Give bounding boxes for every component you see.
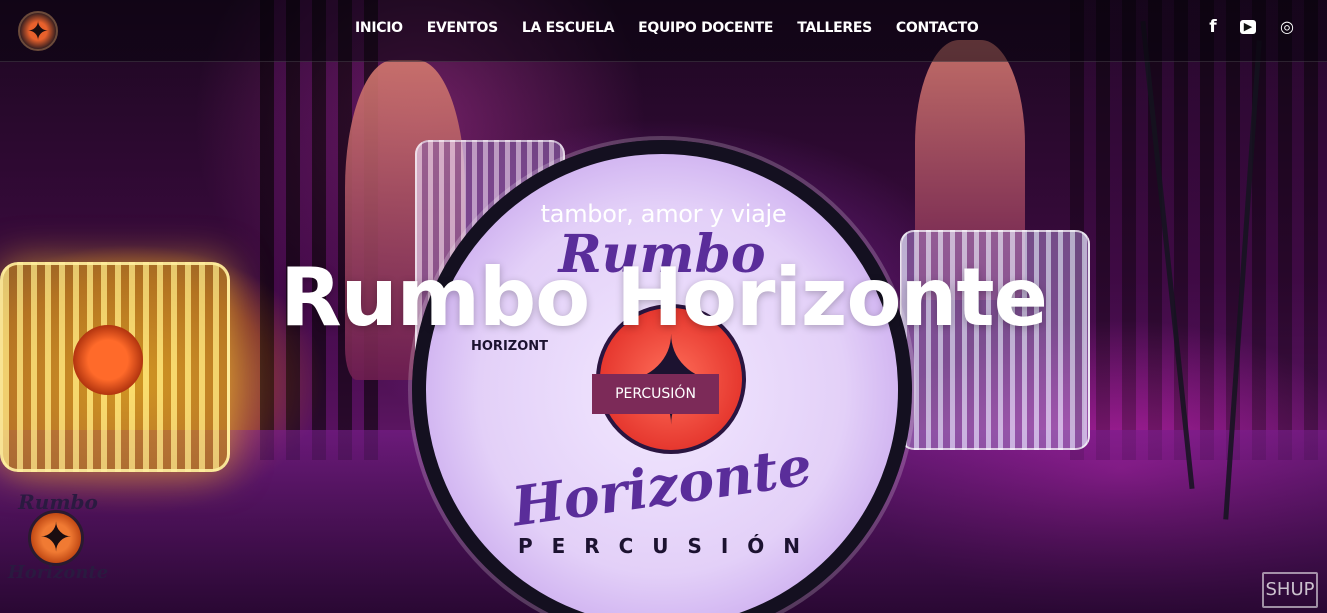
corner-logo: Rumbo Horizonte — [4, 490, 112, 608]
main-nav: INICIO EVENTOS LA ESCUELA EQUIPO DOCENTE… — [355, 20, 1002, 37]
nav-item-talleres[interactable]: TALLERES — [797, 20, 872, 37]
nav-item-inicio[interactable]: INICIO — [355, 20, 403, 37]
nav-item-eventos[interactable]: EVENTOS — [427, 20, 498, 37]
instagram-icon[interactable]: ◎ — [1278, 18, 1296, 36]
percusion-button[interactable]: PERCUSIÓN — [592, 374, 719, 414]
hero-tagline: tambor, amor y viaje — [540, 200, 787, 228]
drum-ring-text: P E R C U S I Ó N — [518, 534, 806, 558]
corner-logo-bottom: Horizonte — [7, 562, 109, 583]
watermark: SHUP — [1262, 572, 1318, 608]
stage-curtain — [1070, 0, 1327, 460]
hero-title: Rumbo Horizonte — [280, 251, 1048, 344]
compass-icon — [28, 510, 84, 566]
facebook-icon[interactable]: f — [1204, 18, 1222, 36]
nav-item-contacto[interactable]: CONTACTO — [896, 20, 979, 37]
logo-icon[interactable] — [18, 11, 58, 51]
nav-item-equipo-docente[interactable]: EQUIPO DOCENTE — [638, 20, 773, 37]
nav-item-la-escuela[interactable]: LA ESCUELA — [522, 20, 615, 37]
site-header: INICIO EVENTOS LA ESCUELA EQUIPO DOCENTE… — [0, 0, 1327, 62]
youtube-icon[interactable]: ▶ — [1240, 20, 1256, 34]
